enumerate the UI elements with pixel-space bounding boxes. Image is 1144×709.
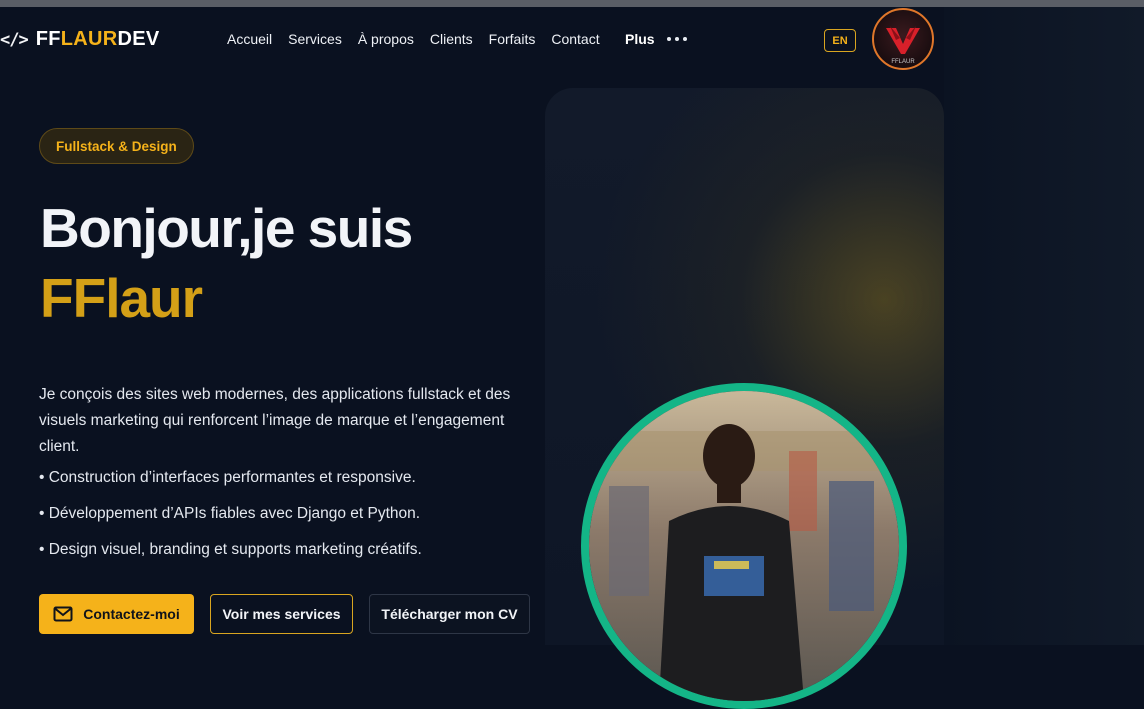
nav-contact[interactable]: Contact: [551, 31, 599, 47]
download-cv-label: Télécharger mon CV: [381, 606, 518, 622]
browser-top-bar: [0, 0, 1144, 7]
language-toggle[interactable]: EN: [824, 29, 856, 52]
services-button-label: Voir mes services: [222, 606, 341, 622]
contact-button-label: Contactez-moi: [83, 606, 180, 622]
download-cv-button[interactable]: Télécharger mon CV: [369, 594, 530, 634]
hero-title-name: FFlaur: [40, 267, 203, 329]
avatar[interactable]: FFLAUR: [872, 8, 934, 70]
more-label: Plus: [625, 31, 655, 47]
hero-title-line1: Bonjour,je suis: [40, 197, 413, 259]
services-button[interactable]: Voir mes services: [210, 594, 353, 634]
mail-icon: [53, 606, 73, 622]
profile-photo: [581, 383, 907, 709]
nav-accueil[interactable]: Accueil: [227, 31, 272, 47]
hero-description: Je conçois des sites web modernes, des a…: [39, 385, 511, 455]
main-nav: Accueil Services À propos Clients Forfai…: [227, 31, 616, 47]
feature-item: • Développement d’APIs fiables avec Djan…: [39, 505, 421, 522]
logo-text: FFLAURDEV: [35, 28, 160, 50]
more-menu-button[interactable]: Plus: [625, 31, 687, 47]
feature-item: • Construction d’interfaces performantes…: [39, 469, 416, 486]
site-logo[interactable]: </> FFLAURDEV: [0, 28, 160, 51]
person-photo-icon: [589, 391, 899, 701]
code-icon: </>: [0, 29, 29, 50]
nav-forfaits[interactable]: Forfaits: [489, 31, 536, 47]
more-dots-icon: [666, 37, 687, 41]
nav-a-propos[interactable]: À propos: [358, 31, 414, 47]
nav-clients[interactable]: Clients: [430, 31, 473, 47]
contact-button[interactable]: Contactez-moi: [39, 594, 194, 634]
feature-list: • Construction d’interfaces performantes…: [39, 467, 422, 575]
right-background-panel: [944, 7, 1144, 645]
role-badge: Fullstack & Design: [39, 128, 194, 164]
feature-item: • Design visuel, branding et supports ma…: [39, 541, 422, 558]
svg-text:FFLAUR: FFLAUR: [891, 59, 915, 65]
brand-v-logo-icon: FFLAUR: [886, 26, 920, 65]
nav-services[interactable]: Services: [288, 31, 342, 47]
